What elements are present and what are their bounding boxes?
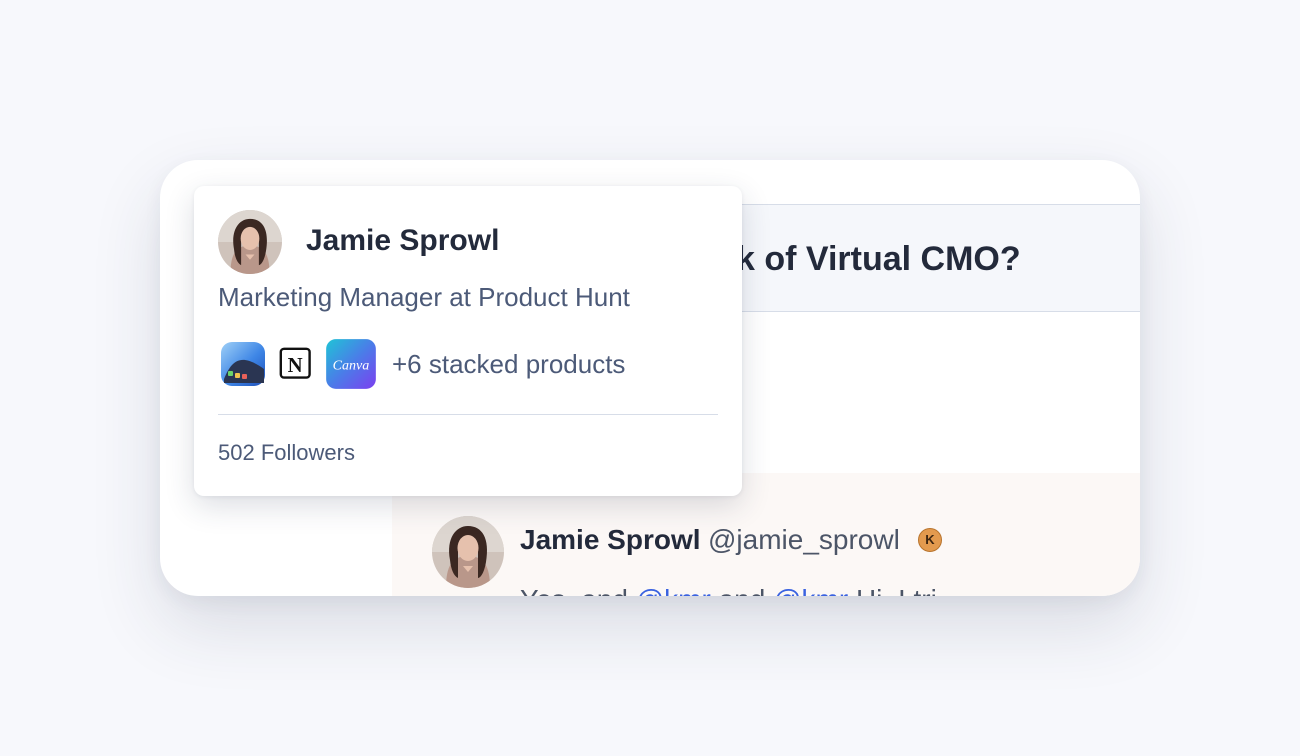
comment-text: Hi. I tri (848, 584, 937, 596)
comment-text: and (711, 584, 773, 596)
profile-name[interactable]: Jamie Sprowl (306, 224, 499, 258)
comment-author-avatar[interactable] (432, 516, 504, 588)
notion-icon[interactable]: N (276, 344, 316, 384)
comment-body: Yes, and @kmr and @kmr Hi. I tri (520, 584, 937, 596)
profile-headline: Marketing Manager at Product Hunt (218, 282, 630, 312)
notion-letter: N (288, 354, 303, 377)
stacked-products: N Canva +6 stacked products (218, 336, 625, 392)
mention-link[interactable]: @kmr (773, 584, 848, 596)
mention-link[interactable]: @kmr (636, 584, 711, 596)
page: k of Virtual CMO? Jamie Sprowl @jamie_sp… (0, 0, 1300, 756)
karma-badge: K (918, 528, 942, 552)
more-stacked-products-link[interactable]: +6 stacked products (392, 349, 625, 380)
profile-hover-card: Jamie Sprowl Marketing Manager at Produc… (194, 186, 742, 496)
comment-text: Yes, and (520, 584, 636, 596)
profile-avatar[interactable] (218, 210, 282, 274)
canva-icon[interactable]: Canva (324, 337, 378, 391)
mac-app-icon[interactable] (218, 339, 268, 389)
divider (218, 414, 718, 415)
canva-wordmark: Canva (333, 357, 370, 373)
comment-author-handle[interactable]: @jamie_sprowl (708, 524, 900, 556)
question-title[interactable]: k of Virtual CMO? (736, 238, 1021, 280)
followers-count[interactable]: 502 Followers (218, 440, 355, 466)
comment-author-name[interactable]: Jamie Sprowl (520, 524, 701, 556)
